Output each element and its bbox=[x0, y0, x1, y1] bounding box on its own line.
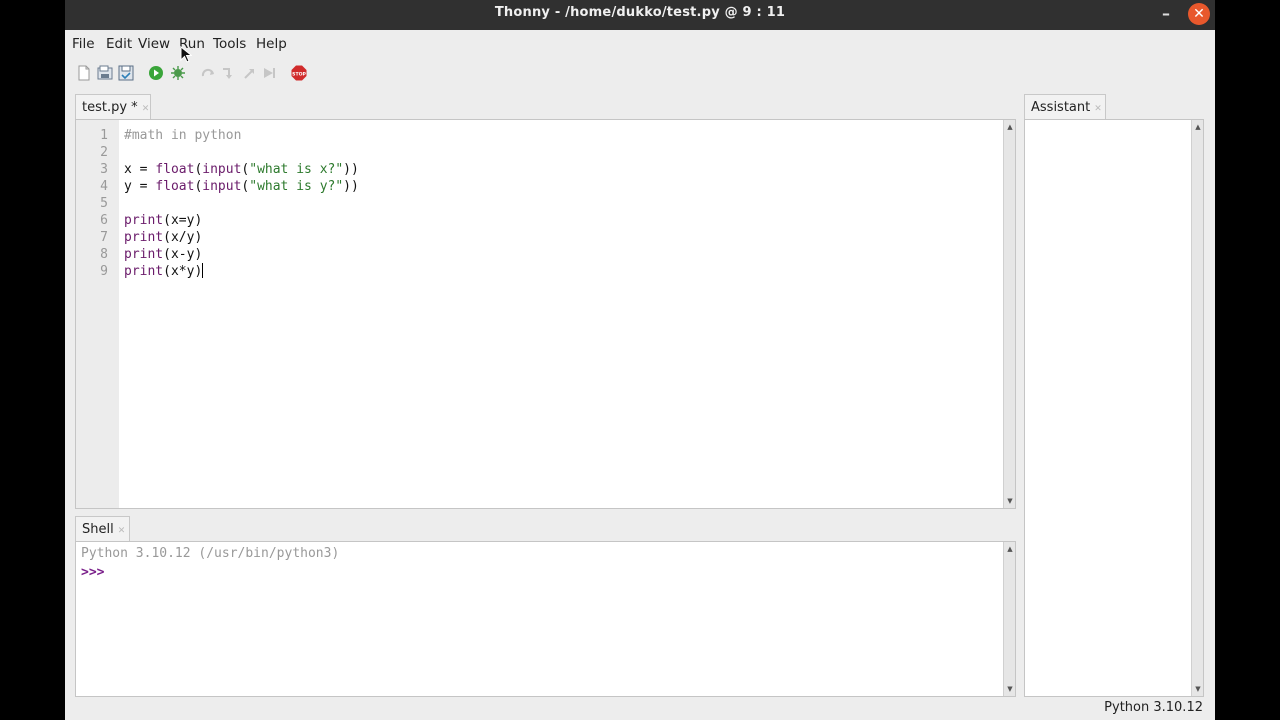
minimize-button[interactable]: – bbox=[1155, 3, 1177, 25]
code-line[interactable]: print(x/y) bbox=[124, 229, 359, 246]
scroll-down-icon[interactable]: ▼ bbox=[1192, 683, 1204, 695]
editor-scrollbar[interactable]: ▲ ▼ bbox=[1003, 120, 1015, 508]
code-token: float bbox=[155, 162, 195, 177]
title-bar: Thonny - /home/dukko/test.py @ 9 : 11 – … bbox=[65, 0, 1215, 30]
stop-icon[interactable]: STOP bbox=[291, 65, 307, 81]
interpreter-label[interactable]: Python 3.10.12 bbox=[1104, 700, 1203, 715]
close-tab-icon[interactable]: ✕ bbox=[1094, 104, 1102, 114]
close-button[interactable]: ✕ bbox=[1188, 3, 1210, 25]
code-token: )) bbox=[343, 162, 359, 177]
line-number: 4 bbox=[100, 179, 108, 194]
close-tab-icon[interactable]: ✕ bbox=[142, 104, 150, 114]
code-token: input bbox=[202, 162, 242, 177]
menu-edit[interactable]: Edit bbox=[106, 36, 132, 52]
window-title: Thonny - /home/dukko/test.py @ 9 : 11 bbox=[494, 5, 786, 20]
shell-banner: Python 3.10.12 (/usr/bin/python3) bbox=[81, 546, 340, 561]
code-token: (x=y) bbox=[163, 213, 203, 228]
code-line[interactable]: #math in python bbox=[124, 127, 359, 144]
shell-scrollbar[interactable]: ▲ ▼ bbox=[1003, 542, 1015, 696]
shell-prompt: >>> bbox=[81, 565, 105, 580]
code-token: "what is y?" bbox=[249, 179, 344, 194]
step-over-icon[interactable] bbox=[200, 65, 216, 81]
code-token: (x*y) bbox=[163, 264, 203, 279]
code-token: print bbox=[124, 247, 164, 262]
line-number: 8 bbox=[100, 247, 108, 262]
menu-file[interactable]: File bbox=[72, 36, 95, 52]
code-token: float bbox=[155, 179, 195, 194]
code-line[interactable]: y = float(input("what is y?")) bbox=[124, 178, 359, 195]
line-number: 5 bbox=[100, 196, 108, 211]
code-line[interactable]: x = float(input("what is x?")) bbox=[124, 161, 359, 178]
menu-help[interactable]: Help bbox=[256, 36, 287, 52]
code-token: print bbox=[124, 264, 164, 279]
assistant-tab-label: Assistant bbox=[1031, 100, 1091, 115]
new-file-icon[interactable] bbox=[76, 65, 92, 81]
code-token: print bbox=[124, 230, 164, 245]
code-token: )) bbox=[343, 179, 359, 194]
code-editor[interactable]: 1 2 3 4 5 6 7 8 9 #math in python x = float(input… bbox=[75, 119, 1016, 509]
code-line[interactable]: print(x-y) bbox=[124, 246, 359, 263]
line-number-gutter: 1 2 3 4 5 6 7 8 9 bbox=[76, 120, 119, 508]
assistant-panel: ▲ ▼ bbox=[1024, 119, 1204, 697]
code-token: print bbox=[124, 213, 164, 228]
debug-icon[interactable] bbox=[170, 65, 186, 81]
resume-icon[interactable] bbox=[261, 65, 277, 81]
open-file-icon[interactable] bbox=[97, 65, 113, 81]
status-bar: Python 3.10.12 bbox=[65, 697, 1215, 720]
tab-editor-test-py[interactable]: test.py * ✕ bbox=[75, 94, 151, 120]
tab-assistant[interactable]: Assistant ✕ bbox=[1024, 94, 1106, 120]
toolbar: STOP bbox=[65, 58, 1215, 90]
close-tab-icon[interactable]: ✕ bbox=[118, 526, 126, 536]
code-line[interactable] bbox=[124, 195, 359, 212]
code-token: x = bbox=[124, 162, 156, 177]
step-into-icon[interactable] bbox=[220, 65, 236, 81]
shell-tab-label: Shell bbox=[82, 522, 114, 537]
shell-panel[interactable]: Python 3.10.12 (/usr/bin/python3) >>> ▲ … bbox=[75, 541, 1016, 697]
step-out-icon[interactable] bbox=[241, 65, 257, 81]
code-token: input bbox=[202, 179, 242, 194]
line-number: 2 bbox=[100, 145, 108, 160]
scroll-up-icon[interactable]: ▲ bbox=[1004, 121, 1016, 133]
code-line[interactable]: print(x*y) bbox=[124, 263, 359, 280]
code-token: y = bbox=[124, 179, 156, 194]
assistant-scrollbar[interactable]: ▲ ▼ bbox=[1191, 120, 1203, 696]
line-number: 3 bbox=[100, 162, 108, 177]
text-caret bbox=[202, 263, 204, 278]
save-file-icon[interactable] bbox=[118, 65, 134, 81]
thonny-window: Thonny - /home/dukko/test.py @ 9 : 11 – … bbox=[65, 0, 1215, 720]
code-area[interactable]: #math in python x = float(input("what is … bbox=[124, 127, 359, 280]
code-token: (x/y) bbox=[163, 230, 203, 245]
scroll-down-icon[interactable]: ▼ bbox=[1004, 683, 1016, 695]
tab-shell[interactable]: Shell ✕ bbox=[75, 516, 130, 542]
editor-tab-label: test.py * bbox=[82, 100, 138, 115]
line-number: 1 bbox=[100, 128, 108, 143]
run-icon[interactable] bbox=[148, 65, 164, 81]
menu-view[interactable]: View bbox=[138, 36, 170, 52]
code-token: "what is x?" bbox=[249, 162, 344, 177]
line-number: 6 bbox=[100, 213, 108, 228]
stop-icon-label: STOP bbox=[292, 72, 306, 78]
menu-tools[interactable]: Tools bbox=[213, 36, 246, 52]
code-token: #math in python bbox=[124, 128, 242, 143]
scroll-up-icon[interactable]: ▲ bbox=[1004, 543, 1016, 555]
code-line[interactable] bbox=[124, 144, 359, 161]
line-number: 7 bbox=[100, 230, 108, 245]
scroll-up-icon[interactable]: ▲ bbox=[1192, 121, 1204, 133]
code-token: (x-y) bbox=[163, 247, 203, 262]
menu-bar: File Edit View Run Tools Help bbox=[65, 30, 1215, 58]
line-number: 9 bbox=[100, 264, 108, 279]
code-line[interactable]: print(x=y) bbox=[124, 212, 359, 229]
mouse-pointer-icon bbox=[180, 46, 192, 63]
scroll-down-icon[interactable]: ▼ bbox=[1004, 495, 1016, 507]
